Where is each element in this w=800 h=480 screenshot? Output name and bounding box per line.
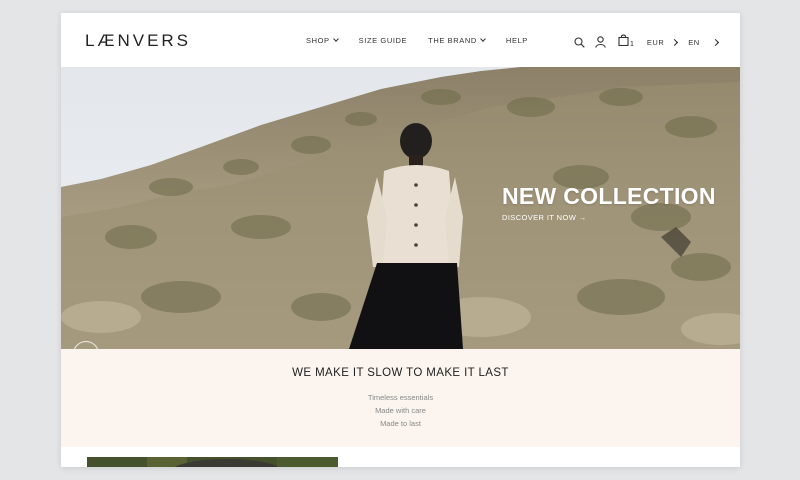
discover-link[interactable]: DISCOVER IT NOW → xyxy=(502,213,587,222)
product-image[interactable] xyxy=(87,457,338,467)
nav-shop[interactable]: SHOP xyxy=(306,36,339,45)
chevron-right-icon[interactable] xyxy=(711,38,719,46)
chevron-right-icon[interactable] xyxy=(671,38,679,46)
page-card: LÆNVERS SHOP SIZE GUIDE THE BRAND HELP 1… xyxy=(61,13,740,467)
site-header: LÆNVERS SHOP SIZE GUIDE THE BRAND HELP 1… xyxy=(61,13,740,67)
chevron-down-icon xyxy=(480,36,486,42)
tagline-section: WE MAKE IT SLOW TO MAKE IT LAST Timeless… xyxy=(61,349,740,447)
nav-help-label: HELP xyxy=(505,36,528,45)
account-icon[interactable] xyxy=(595,36,606,48)
brand-logo[interactable]: LÆNVERS xyxy=(85,31,191,55)
search-icon[interactable] xyxy=(574,36,585,48)
nav-size-guide[interactable]: SIZE GUIDE xyxy=(359,36,408,45)
cart-button[interactable]: 1 xyxy=(618,33,634,51)
tagline-line: Made with care xyxy=(375,406,426,415)
nav-the-brand-label: THE BRAND xyxy=(428,36,477,45)
hero-banner[interactable]: NEW COLLECTION DISCOVER IT NOW → xyxy=(61,67,740,349)
tagline-line: Made to last xyxy=(380,419,421,428)
nav-help[interactable]: HELP xyxy=(506,36,528,45)
nav-size-guide-label: SIZE GUIDE xyxy=(358,36,408,45)
bag-icon xyxy=(618,33,629,51)
nav-shop-label: SHOP xyxy=(306,36,330,45)
currency-selector[interactable]: EUR xyxy=(647,38,664,47)
main-nav: SHOP SIZE GUIDE THE BRAND HELP xyxy=(306,36,549,45)
header-tools: 1 EUR EN xyxy=(574,33,719,51)
cart-count: 1 xyxy=(630,41,634,48)
logo-text: LÆNVERS xyxy=(85,31,192,50)
chevron-down-icon xyxy=(332,36,339,42)
tagline-heading: WE MAKE IT SLOW TO MAKE IT LAST xyxy=(292,367,509,379)
nav-the-brand[interactable]: THE BRAND xyxy=(428,36,486,45)
language-selector[interactable]: EN xyxy=(688,38,699,47)
hero-title: NEW COLLECTION xyxy=(502,183,716,209)
tagline-line: Timeless essentials xyxy=(367,393,434,402)
